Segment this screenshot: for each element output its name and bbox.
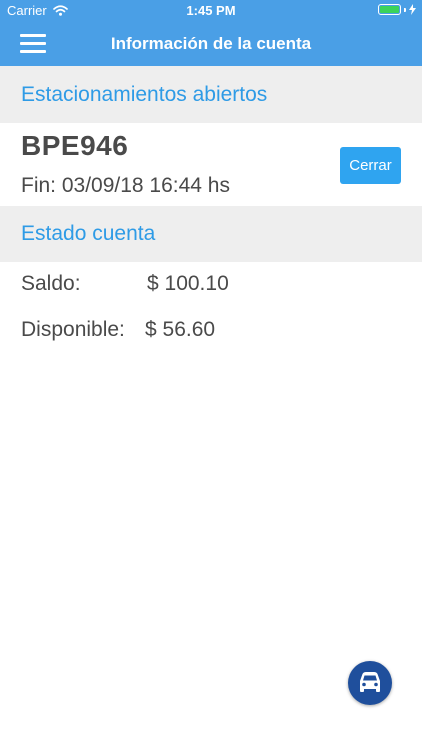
page-title: Información de la cuenta (110, 34, 312, 53)
close-parking-button[interactable]: Cerrar (340, 147, 401, 184)
balance-value: $ 100.10 (147, 272, 229, 295)
charging-bolt-icon (409, 4, 416, 15)
balance-label: Saldo: (21, 272, 81, 295)
battery-tip (404, 7, 406, 12)
status-time: 1:45 PM (186, 3, 236, 18)
nav-bar: Información de la cuenta (0, 22, 422, 66)
available-value: $ 56.60 (145, 318, 216, 341)
available-label: Disponible: (21, 318, 125, 341)
open-parkings-section-header: Estacionamientos abiertos (0, 66, 422, 123)
open-parking-item: BPE946 Fin: 03/09/18 16:44 hs Cerrar (0, 123, 422, 206)
battery-indicator (378, 4, 416, 15)
account-status-section-header: Estado cuenta (0, 206, 422, 262)
car-fab-button[interactable] (348, 661, 392, 705)
license-plate: BPE946 (21, 130, 129, 161)
status-bar: Carrier 1:45 PM (0, 0, 422, 22)
parking-end-time: Fin: 03/09/18 16:44 hs (21, 174, 230, 197)
battery-full-icon (378, 4, 401, 15)
car-icon (360, 672, 380, 692)
top-bar: Carrier 1:45 PM Información de la cuenta (0, 0, 422, 66)
